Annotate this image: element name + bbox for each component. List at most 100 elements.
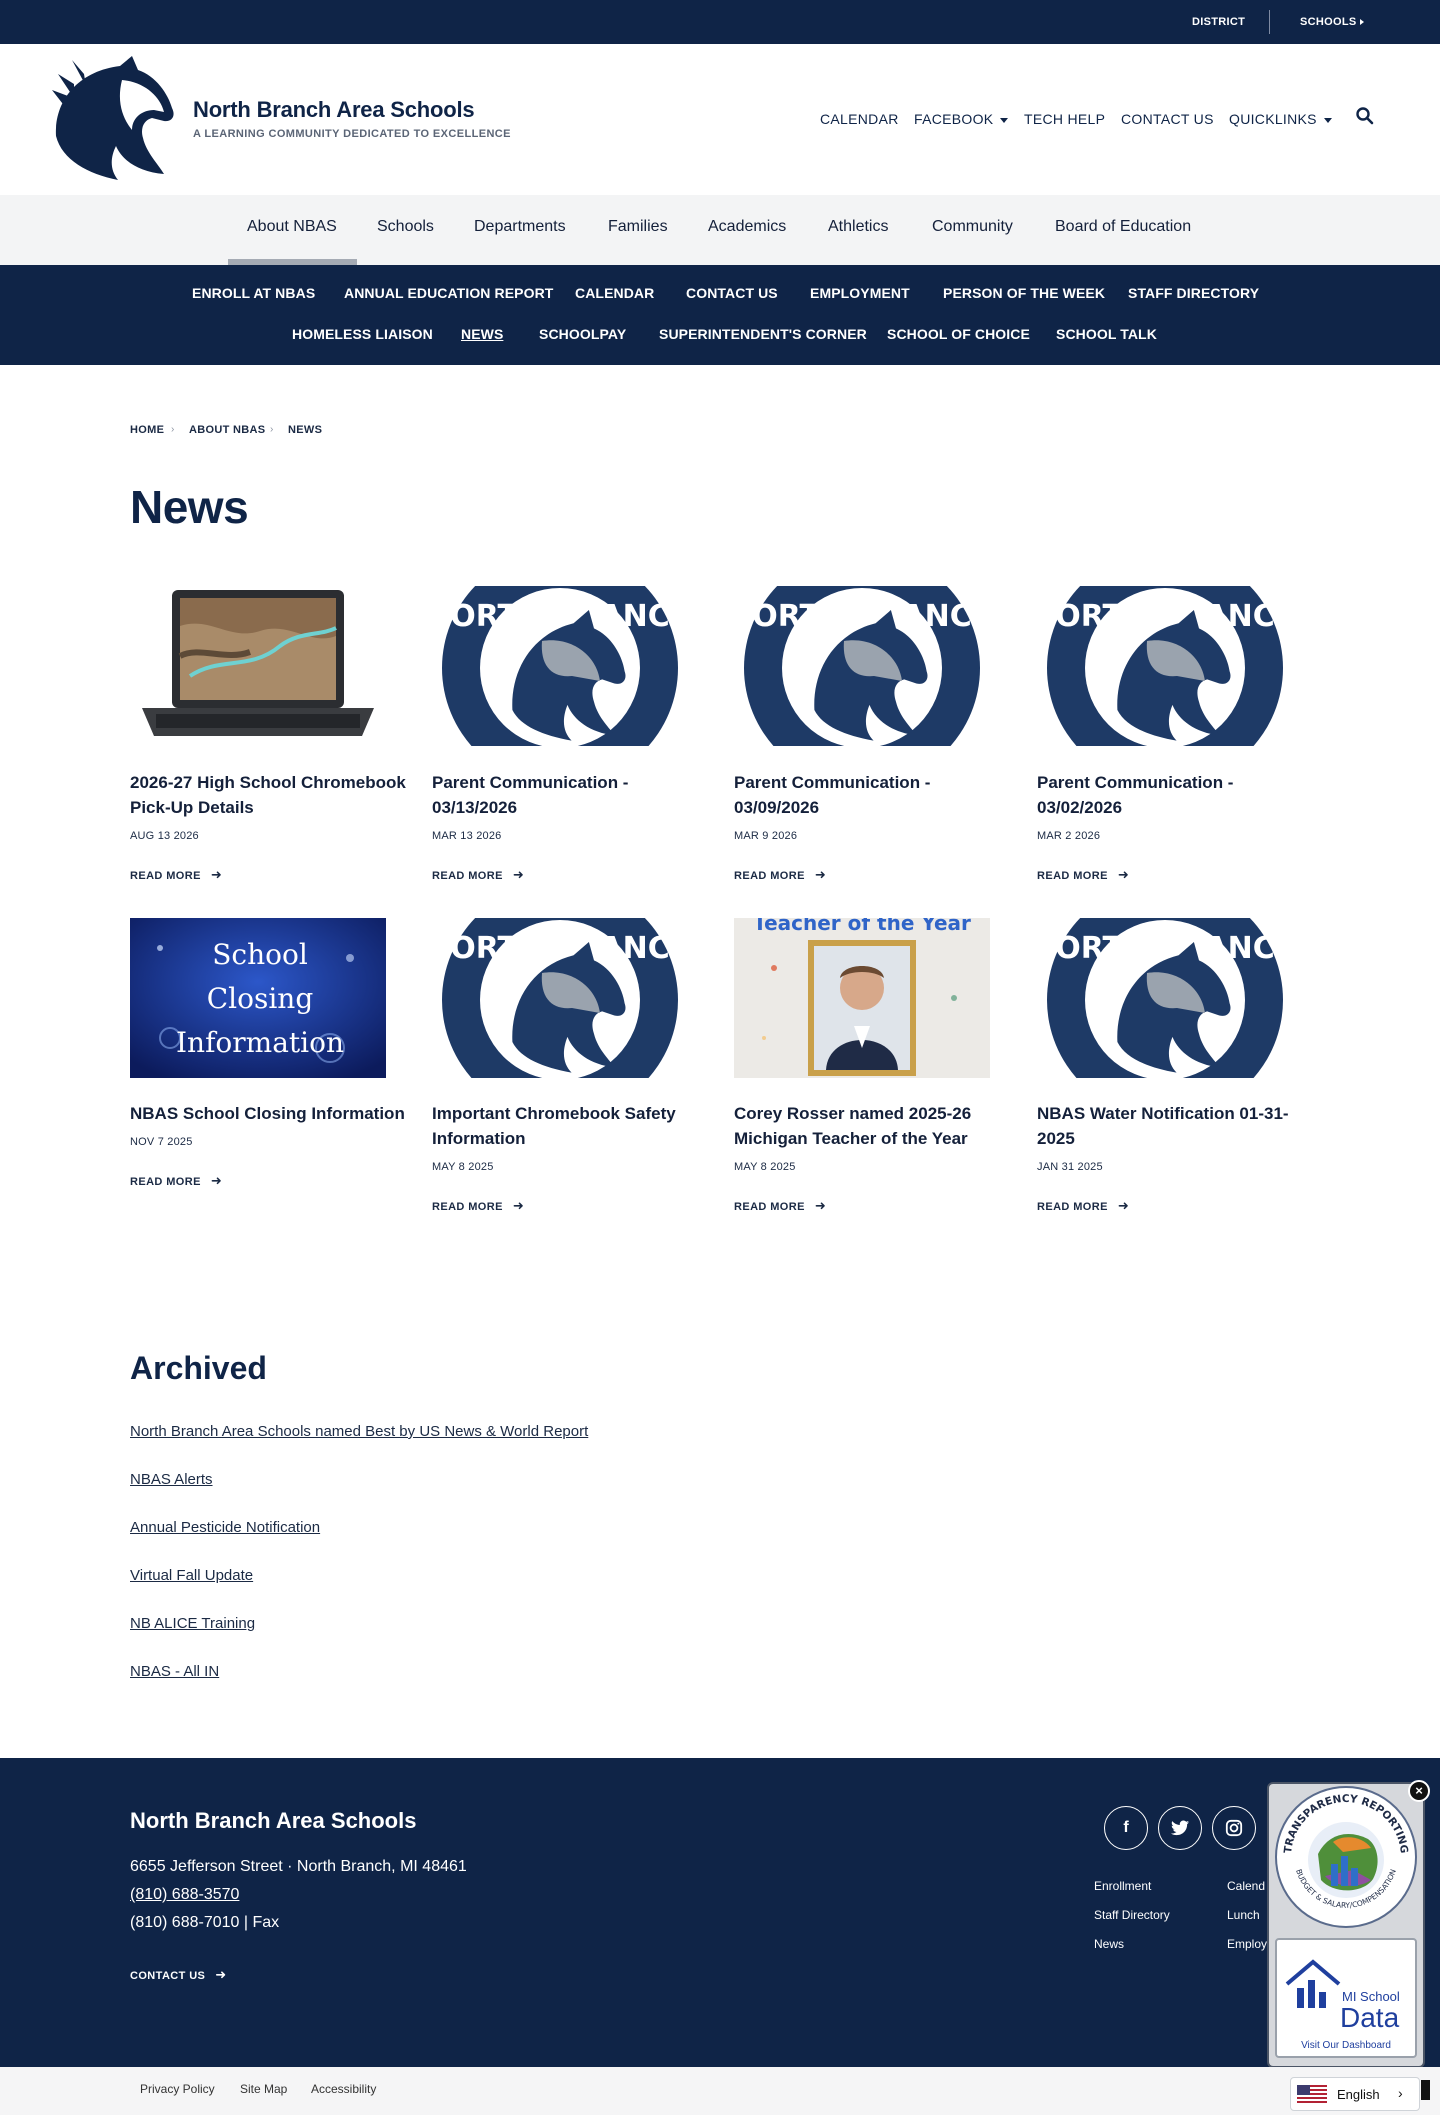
facebook-icon[interactable]: f	[1104, 1806, 1148, 1850]
read-more-link[interactable]: READ MORE ➜	[734, 1198, 826, 1214]
news-title[interactable]: Parent Communication - 03/02/2026	[1037, 770, 1317, 820]
archived-link[interactable]: Virtual Fall Update	[130, 1567, 253, 1584]
archived-link[interactable]: NBAS Alerts	[130, 1471, 213, 1488]
news-title[interactable]: NBAS Water Notification 01-31-2025	[1037, 1101, 1317, 1151]
news-image-chromebook[interactable]	[130, 586, 386, 746]
read-more-label: READ MORE	[1037, 870, 1108, 882]
read-more-link[interactable]: READ MORE ➜	[432, 867, 524, 883]
chevron-down-icon	[1000, 117, 1009, 123]
breadcrumb-about[interactable]: ABOUT NBAS	[189, 424, 265, 436]
news-image-school-closing[interactable]: School Closing Information	[130, 918, 386, 1078]
accessibility-link[interactable]: Accessibility	[311, 2082, 376, 2096]
schools-link[interactable]: SCHOOLS	[1300, 16, 1357, 28]
subnav-schoolpay[interactable]: SCHOOLPAY	[539, 326, 626, 342]
read-more-link[interactable]: READ MORE ➜	[130, 1173, 222, 1189]
top-link-calendar[interactable]: CALENDAR	[820, 111, 899, 127]
privacy-policy-link[interactable]: Privacy Policy	[140, 2082, 215, 2096]
edge-tab[interactable]	[1421, 2080, 1430, 2100]
nav-departments[interactable]: Departments	[474, 218, 566, 236]
news-title[interactable]: Parent Communication - 03/09/2026	[734, 770, 1014, 820]
footer-link-news[interactable]: News	[1094, 1937, 1124, 1951]
arrow-right-icon: ➜	[512, 1198, 525, 1213]
footer-link-lunch[interactable]: Lunch	[1227, 1908, 1260, 1922]
news-image-mustang-seal[interactable]: NORTH BRANCH	[1037, 586, 1293, 746]
news-image-teacher-of-year[interactable]: Teacher of the Year	[734, 918, 990, 1078]
news-title[interactable]: Parent Communication - 03/13/2026	[432, 770, 712, 820]
news-title[interactable]: NBAS School Closing Information	[130, 1101, 410, 1126]
read-more-link[interactable]: READ MORE ➜	[1037, 1198, 1129, 1214]
read-more-link[interactable]: READ MORE ➜	[1037, 867, 1129, 883]
subnav-employment[interactable]: EMPLOYMENT	[810, 285, 910, 301]
subnav-person-of-week[interactable]: PERSON OF THE WEEK	[943, 285, 1105, 301]
news-date: MAY 8 2025	[734, 1161, 796, 1173]
mustang-logo[interactable]	[48, 56, 180, 182]
footer-address: 6655 Jefferson Street · North Branch, MI…	[130, 1858, 467, 1875]
news-image-mustang-seal[interactable]: NORTH BRANCH	[734, 586, 990, 746]
archived-link[interactable]: North Branch Area Schools named Best by …	[130, 1423, 588, 1440]
read-more-link[interactable]: READ MORE ➜	[432, 1198, 524, 1214]
read-more-label: READ MORE	[432, 1201, 503, 1213]
data-label: Data	[1340, 2002, 1400, 2033]
footer-link-employment[interactable]: Employ	[1227, 1937, 1267, 1951]
subnav-news[interactable]: NEWS	[461, 326, 503, 342]
nav-board-of-education[interactable]: Board of Education	[1055, 218, 1191, 236]
breadcrumb-home[interactable]: HOME	[130, 424, 164, 436]
instagram-icon[interactable]	[1212, 1806, 1256, 1850]
news-date: JAN 31 2025	[1037, 1161, 1103, 1173]
footer-link-calendar[interactable]: Calend	[1227, 1879, 1265, 1893]
news-title[interactable]: Corey Rosser named 2025-26 Michigan Teac…	[734, 1101, 1014, 1151]
arrow-right-icon: ➜	[814, 1198, 827, 1213]
nav-academics[interactable]: Academics	[708, 218, 786, 236]
footer-phone[interactable]: (810) 688-3570	[130, 1886, 239, 1904]
transparency-reporting-seal[interactable]: TRANSPARENCY REPORTING BUDGET & SALARY/C…	[1273, 1784, 1419, 1930]
top-link-quicklinks[interactable]: QUICKLINKS	[1229, 111, 1332, 127]
subnav-superintendents-corner[interactable]: SUPERINTENDENT'S CORNER	[659, 326, 867, 342]
footer-link-staff-directory[interactable]: Staff Directory	[1094, 1908, 1170, 1922]
news-title[interactable]: Important Chromebook Safety Information	[432, 1101, 712, 1151]
read-more-link[interactable]: READ MORE ➜	[734, 867, 826, 883]
archived-link[interactable]: NB ALICE Training	[130, 1615, 255, 1632]
footer-link-enrollment[interactable]: Enrollment	[1094, 1879, 1151, 1893]
arrow-right-icon: ➜	[1117, 867, 1130, 882]
nav-families[interactable]: Families	[608, 218, 668, 236]
news-title[interactable]: 2026-27 High School Chromebook Pick-Up D…	[130, 770, 410, 820]
read-more-label: READ MORE	[130, 870, 201, 882]
house-chart-icon	[1285, 1959, 1341, 2008]
nav-schools[interactable]: Schools	[377, 218, 434, 236]
district-link[interactable]: DISTRICT	[1192, 16, 1245, 28]
visit-dashboard-link[interactable]: Visit Our Dashboard	[1279, 2040, 1413, 2051]
search-icon[interactable]	[1355, 106, 1375, 126]
subnav-staff-directory[interactable]: STAFF DIRECTORY	[1128, 285, 1259, 301]
news-image-mustang-seal[interactable]: NORTH BRANCH	[1037, 918, 1293, 1078]
subnav-enroll[interactable]: ENROLL AT NBAS	[192, 285, 315, 301]
widget-close-icon[interactable]: ×	[1408, 1780, 1430, 1802]
archived-link[interactable]: NBAS - All IN	[130, 1663, 219, 1680]
site-map-link[interactable]: Site Map	[240, 2082, 287, 2096]
arrow-right-icon: ➜	[814, 867, 827, 882]
news-image-mustang-seal[interactable]: NORTH BRANCH	[432, 918, 688, 1078]
teacher-banner-text: Teacher of the Year	[753, 918, 971, 935]
main-navigation: About NBAS Schools Departments Families …	[0, 195, 1440, 265]
read-more-label: READ MORE	[734, 1201, 805, 1213]
news-date: MAR 2 2026	[1037, 830, 1101, 842]
nav-athletics[interactable]: Athletics	[828, 218, 888, 236]
footer-contact-link[interactable]: CONTACT US ➜	[130, 1967, 227, 1983]
subnav-calendar[interactable]: CALENDAR	[575, 285, 654, 301]
subnav-school-of-choice[interactable]: SCHOOL OF CHOICE	[887, 326, 1030, 342]
subnav-annual-report[interactable]: ANNUAL EDUCATION REPORT	[344, 285, 553, 301]
nav-community[interactable]: Community	[932, 218, 1013, 236]
site-name[interactable]: North Branch Area Schools	[193, 97, 475, 123]
read-more-link[interactable]: READ MORE ➜	[130, 867, 222, 883]
archived-link[interactable]: Annual Pesticide Notification	[130, 1519, 320, 1536]
subnav-school-talk[interactable]: SCHOOL TALK	[1056, 326, 1157, 342]
top-link-facebook[interactable]: FACEBOOK	[914, 111, 1009, 127]
nav-about-nbas[interactable]: About NBAS	[247, 218, 337, 236]
news-date: MAR 13 2026	[432, 830, 502, 842]
subnav-contact-us[interactable]: CONTACT US	[686, 285, 778, 301]
twitter-bird-glyph	[1171, 1820, 1189, 1836]
top-link-contact-us[interactable]: CONTACT US	[1121, 111, 1214, 127]
top-link-tech-help[interactable]: TECH HELP	[1024, 111, 1105, 127]
twitter-icon[interactable]	[1158, 1806, 1202, 1850]
news-image-mustang-seal[interactable]: NORTH BRANCH	[432, 586, 688, 746]
subnav-homeless-liaison[interactable]: HOMELESS LIAISON	[292, 326, 433, 342]
